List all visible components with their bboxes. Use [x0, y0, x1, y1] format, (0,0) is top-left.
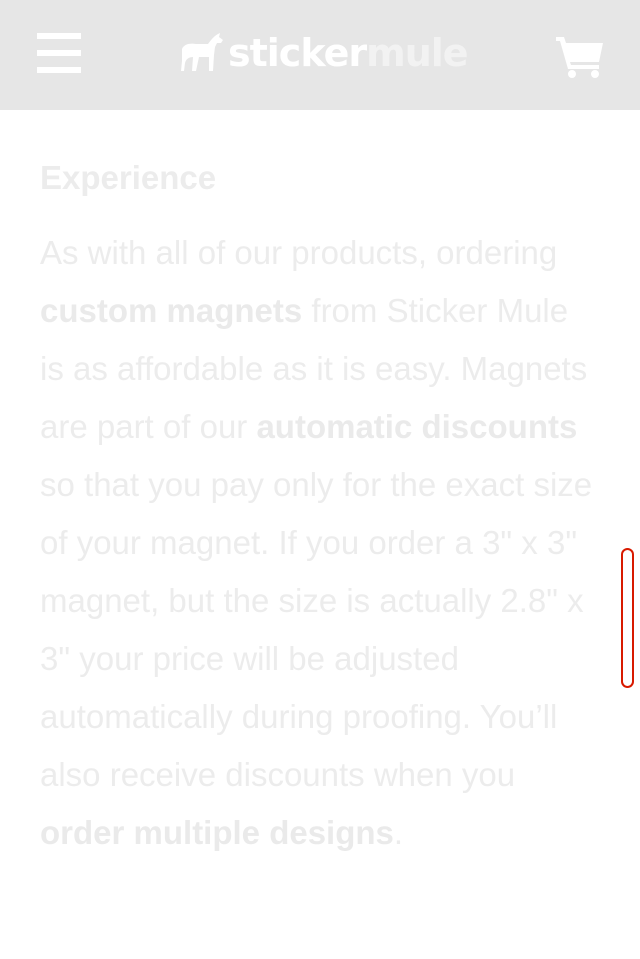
logo-word-sticker: sticker	[228, 31, 367, 75]
automatic-discounts-link[interactable]: automatic discounts	[256, 408, 577, 445]
menu-bar-line	[37, 67, 81, 73]
menu-bar-line	[37, 50, 81, 56]
paragraph-text: As with all of our products, ordering	[40, 234, 558, 271]
experience-paragraph: As with all of our products, ordering cu…	[40, 224, 600, 862]
article-content: Experience As with all of our products, …	[40, 148, 600, 862]
paragraph-text: .	[393, 814, 404, 851]
logo-wordmark: stickermule	[228, 28, 469, 78]
sticker-mule-logo[interactable]: stickermule	[180, 28, 469, 78]
mule-logo-icon	[181, 33, 223, 71]
custom-magnets-link[interactable]: custom magnets	[40, 292, 302, 329]
section-title: Experience	[40, 159, 217, 196]
menu-bar-line	[37, 33, 81, 39]
paragraph-text: so that you pay only for the exact size …	[40, 466, 593, 793]
hamburger-menu-icon[interactable]	[37, 33, 81, 73]
cart-graphic	[556, 37, 603, 78]
shopping-cart-icon[interactable]	[556, 36, 604, 78]
top-navigation-bar: stickermule	[0, 0, 640, 110]
order-multiple-designs-link[interactable]: order multiple designs	[40, 814, 394, 851]
scrollbar-thumb[interactable]	[621, 548, 634, 688]
logo-word-mule: mule	[366, 31, 468, 75]
